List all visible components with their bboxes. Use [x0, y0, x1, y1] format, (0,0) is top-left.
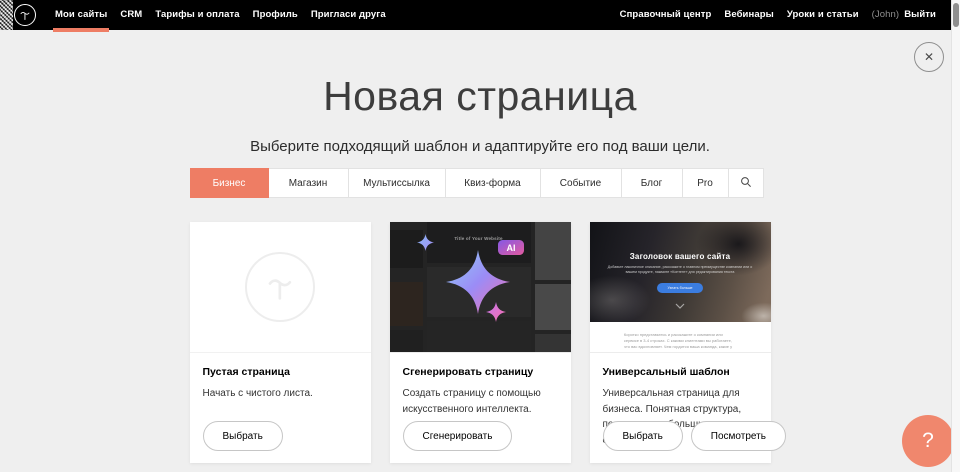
preview-hero: Заголовок вашего сайта Добавьте лаконичн…: [590, 222, 771, 322]
nav-invite-friend[interactable]: Пригласи друга: [311, 0, 386, 30]
card-title: Сгенерировать страницу: [403, 366, 558, 378]
preview-body-text: Коротко представьтесь и расскажите о ком…: [624, 332, 736, 353]
tab-multilink[interactable]: Мультиссылка: [348, 168, 446, 198]
nav-webinars[interactable]: Вебинары: [724, 0, 773, 30]
card-description: Создать страницу с помощью искусственног…: [403, 386, 558, 417]
close-icon[interactable]: ✕: [914, 42, 944, 72]
card-info: Пустая страница Начать с чистого листа.: [190, 353, 371, 415]
select-blank-button[interactable]: Выбрать: [203, 421, 283, 451]
scrollbar-track[interactable]: [951, 0, 960, 472]
chevron-down-icon: [590, 303, 771, 309]
nav-lessons[interactable]: Уроки и статьи: [787, 0, 859, 30]
ai-badge: AI: [506, 243, 515, 253]
select-universal-button[interactable]: Выбрать: [603, 421, 683, 451]
preview-heading: Заголовок вашего сайта: [590, 222, 771, 261]
nav-help-center[interactable]: Справочный центр: [620, 0, 712, 30]
universal-template-thumbnail[interactable]: Заголовок вашего сайта Добавьте лаконичн…: [590, 222, 771, 353]
tab-event[interactable]: Событие: [540, 168, 622, 198]
template-card-blank: Пустая страница Начать с чистого листа. …: [190, 222, 371, 463]
generate-button[interactable]: Сгенерировать: [403, 421, 513, 451]
ai-sparkle-icon: AI: [390, 222, 571, 353]
card-actions: Выбрать Посмотреть: [603, 421, 786, 451]
page-title: Новая страница: [0, 30, 960, 119]
preview-body-section: Коротко представьтесь и расскажите о ком…: [590, 322, 771, 353]
top-nav-bar: Мои сайты CRM Тарифы и оплата Профиль Пр…: [0, 0, 960, 30]
page-subtitle: Выберите подходящий шаблон и адаптируйте…: [0, 138, 960, 155]
tab-quiz-form[interactable]: Квиз-форма: [445, 168, 541, 198]
card-info: Сгенерировать страницу Создать страницу …: [390, 353, 571, 430]
user-name: (John): [872, 0, 900, 30]
template-category-tabs: Бизнес Магазин Мультиссылка Квиз-форма С…: [190, 168, 771, 198]
card-title: Пустая страница: [203, 366, 358, 378]
nav-right: Справочный центр Вебинары Уроки и статьи…: [620, 0, 936, 30]
template-card-universal: Заголовок вашего сайта Добавьте лаконичн…: [590, 222, 771, 463]
tab-shop[interactable]: Магазин: [268, 168, 349, 198]
window-edge-texture: [0, 0, 13, 30]
logout-link[interactable]: Выйти: [904, 0, 936, 30]
scrollbar-thumb[interactable]: [953, 3, 959, 27]
blank-page-thumbnail[interactable]: [190, 222, 371, 353]
help-button[interactable]: ?: [902, 415, 954, 467]
tab-blog[interactable]: Блог: [621, 168, 683, 198]
tilda-ghost-logo-icon: [245, 252, 315, 322]
card-actions: Сгенерировать: [403, 421, 513, 451]
card-actions: Выбрать: [203, 421, 283, 451]
question-icon: ?: [922, 429, 934, 453]
preview-cta-button: Узнать больше: [657, 283, 704, 293]
card-description: Начать с чистого листа.: [203, 386, 358, 402]
nav-my-sites[interactable]: Мои сайты: [55, 0, 107, 30]
tilda-logo-icon[interactable]: [14, 4, 36, 26]
preview-subheading: Добавьте лаконичное описание, расскажите…: [604, 265, 756, 276]
preview-universal-button[interactable]: Посмотреть: [691, 421, 786, 451]
template-cards-row: Пустая страница Начать с чистого листа. …: [190, 222, 771, 463]
tab-pro[interactable]: Pro: [682, 168, 729, 198]
new-page-dialog: ✕ Новая страница Выберите подходящий шаб…: [0, 30, 960, 472]
template-card-generate: Title of Your Website: [390, 222, 571, 463]
tab-search[interactable]: [728, 168, 764, 198]
search-icon: [740, 176, 752, 191]
tab-business[interactable]: Бизнес: [190, 168, 269, 198]
nav-tariffs[interactable]: Тарифы и оплата: [155, 0, 239, 30]
nav-left: Мои сайты CRM Тарифы и оплата Профиль Пр…: [55, 0, 386, 30]
card-title: Универсальный шаблон: [603, 366, 758, 378]
ai-generate-thumbnail[interactable]: Title of Your Website: [390, 222, 571, 353]
nav-profile[interactable]: Профиль: [253, 0, 298, 30]
nav-crm[interactable]: CRM: [120, 0, 142, 30]
